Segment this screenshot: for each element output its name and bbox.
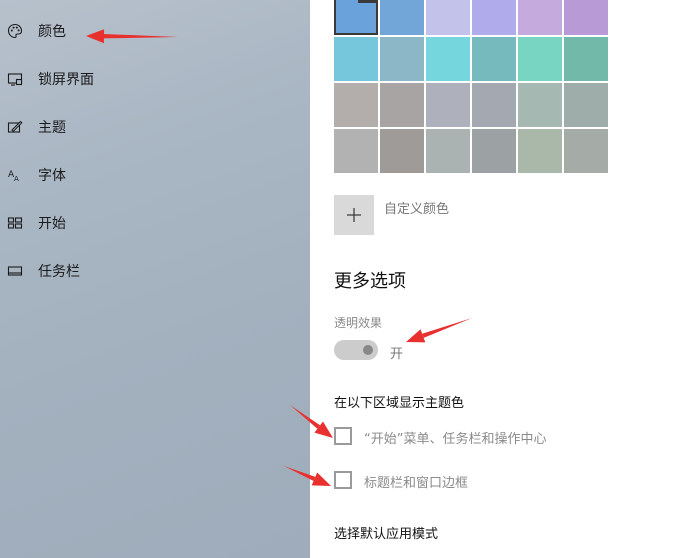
nav-item-taskbar[interactable]: 任务栏 — [0, 251, 310, 291]
app-mode-heading: 选择默认应用模式 — [334, 527, 439, 542]
nav-item-themes[interactable]: 主题 — [0, 107, 310, 147]
color-swatch[interactable] — [380, 129, 424, 173]
color-swatch[interactable] — [472, 129, 516, 173]
color-swatch[interactable] — [564, 129, 608, 173]
nav-item-label: 主题 — [38, 120, 66, 136]
color-swatch[interactable] — [564, 37, 608, 81]
color-swatch[interactable] — [426, 83, 470, 127]
color-swatch[interactable] — [472, 37, 516, 81]
color-swatch[interactable] — [334, 129, 378, 173]
color-swatch[interactable] — [380, 83, 424, 127]
color-swatch[interactable] — [518, 83, 562, 127]
color-swatch[interactable] — [564, 0, 608, 35]
titlebar-accent-checkbox[interactable] — [334, 471, 352, 489]
nav-item-start[interactable]: 开始 — [0, 203, 310, 243]
color-swatch[interactable] — [426, 37, 470, 81]
plus-icon — [347, 208, 361, 222]
color-swatch[interactable] — [334, 83, 378, 127]
checkmark-icon — [358, 0, 378, 3]
nav-item-label: 字体 — [38, 168, 66, 184]
color-swatch[interactable] — [564, 83, 608, 127]
nav-item-label: 锁屏界面 — [38, 72, 94, 88]
transparency-state: 开 — [390, 347, 404, 362]
accent-surfaces-heading: 在以下区域显示主题色 — [334, 396, 465, 411]
transparency-toggle[interactable] — [334, 340, 378, 360]
toggle-knob — [363, 345, 373, 355]
taskbar-icon — [6, 262, 24, 280]
color-swatch[interactable] — [380, 37, 424, 81]
start-taskbar-accent-checkbox[interactable] — [334, 427, 352, 445]
nav-item-label: 任务栏 — [38, 264, 80, 280]
color-swatch[interactable] — [518, 37, 562, 81]
svg-text:A: A — [14, 175, 19, 183]
color-swatch[interactable] — [472, 83, 516, 127]
color-swatch[interactable] — [380, 0, 424, 35]
titlebar-accent-label: 标题栏和窗口边框 — [364, 476, 469, 491]
transparency-label: 透明效果 — [334, 316, 383, 330]
nav-item-colors[interactable]: 颜色 — [0, 11, 310, 51]
lock-screen-icon — [6, 70, 24, 88]
color-swatch[interactable] — [518, 0, 562, 35]
nav-item-fonts[interactable]: A A 字体 — [0, 155, 310, 195]
palette-icon — [6, 22, 24, 40]
start-taskbar-accent-label: “开始”菜单、任务栏和操作中心 — [364, 432, 547, 447]
color-swatch[interactable] — [518, 129, 562, 173]
color-swatch-selected[interactable] — [334, 0, 378, 35]
color-swatch[interactable] — [472, 0, 516, 35]
settings-nav-pane: 颜色 锁屏界面 主题 A A 字体 开始 任务栏 — [0, 0, 310, 558]
theme-icon — [6, 118, 24, 136]
color-swatch[interactable] — [334, 37, 378, 81]
nav-item-label: 颜色 — [38, 24, 66, 40]
color-swatch[interactable] — [426, 129, 470, 173]
custom-color-label: 自定义颜色 — [384, 202, 450, 217]
start-icon — [6, 214, 24, 232]
color-swatch[interactable] — [426, 0, 470, 35]
font-icon: A A — [6, 166, 24, 184]
more-options-title: 更多选项 — [334, 271, 406, 292]
colors-settings-content: 自定义颜色 更多选项 透明效果 开 在以下区域显示主题色 “开始”菜单、任务栏和… — [310, 0, 684, 558]
custom-color-button[interactable] — [334, 195, 374, 235]
nav-item-label: 开始 — [38, 216, 66, 232]
nav-item-lock-screen[interactable]: 锁屏界面 — [0, 59, 310, 99]
